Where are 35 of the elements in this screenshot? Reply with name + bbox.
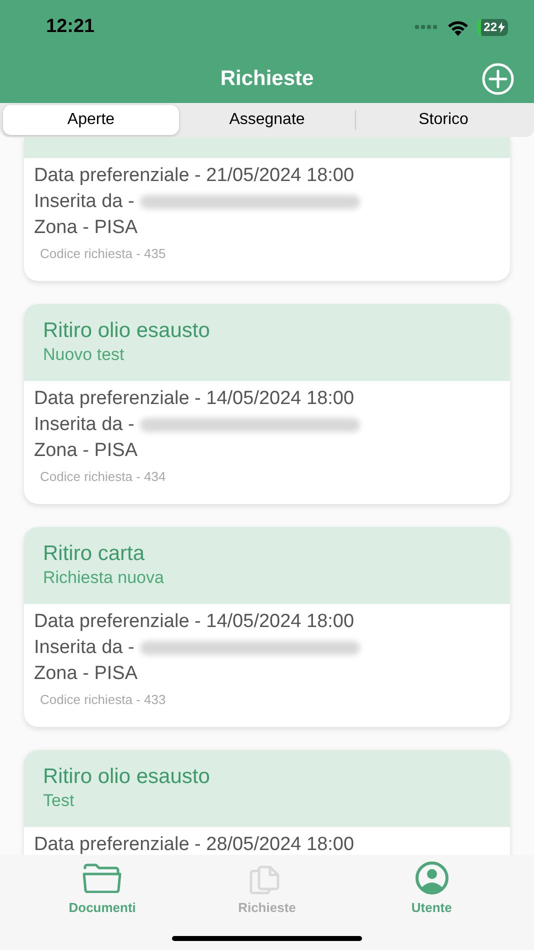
- request-card[interactable]: Ritiro olio esausto Nuovo test Data preferenziale - 14/05/2024 18:00 Inserita da - Zona - PISA Codice richiesta - 434: [24, 304, 510, 504]
- screen-title: Richieste: [220, 66, 314, 92]
- request-card[interactable]: Ritiro carta Richiesta nuova Data preferenziale - 14/05/2024 18:00 Inserita da - Zona - PISA Codice richiesta - 433: [24, 527, 510, 727]
- request-card[interactable]: Ritiro olio esausto Test Data preferenziale - 28/05/2024 18:00: [24, 750, 510, 855]
- user-icon: [414, 861, 449, 895]
- zone-text: Zona - PISA: [34, 439, 138, 463]
- request-subtitle: Nuovo test: [43, 344, 126, 366]
- zone-text: Zona - PISA: [34, 662, 138, 686]
- inserted-by-label: Inserita da -: [34, 636, 134, 660]
- request-subtitle: Richiesta nuova: [43, 567, 165, 589]
- request-code: Codice richiesta - 434: [39, 468, 167, 486]
- request-code: Codice richiesta - 435: [39, 245, 167, 263]
- signal-icon: [414, 25, 439, 30]
- request-title: Ritiro carta: [43, 541, 146, 567]
- request-subtitle: Test: [43, 790, 76, 812]
- preferred-date: Data preferenziale - 14/05/2024 18:00: [34, 610, 356, 634]
- preferred-date: Data preferenziale - 28/05/2024 18:00: [34, 833, 356, 855]
- preferred-date: Data preferenziale - 14/05/2024 18:00: [34, 387, 356, 411]
- status-time: 12:21: [46, 15, 95, 40]
- segment-tab[interactable]: Storico: [356, 105, 531, 135]
- battery-indicator: 22: [476, 19, 508, 36]
- add-button[interactable]: [482, 63, 514, 95]
- plus-icon: [482, 63, 514, 95]
- request-title: Ritiro olio esausto: [43, 318, 211, 344]
- request-card[interactable]: Data preferenziale - 21/05/2024 18:00 Inserita da - Zona - PISA Codice richiesta - 435: [24, 137, 510, 281]
- inserted-by-label: Inserita da -: [34, 190, 134, 214]
- zone-text: Zona - PISA: [34, 216, 138, 240]
- preferred-date: Data preferenziale - 21/05/2024 18:00: [34, 164, 356, 188]
- request-title: Ritiro olio esausto: [43, 764, 211, 790]
- segment-tab[interactable]: Aperte: [3, 105, 179, 135]
- segment-tab[interactable]: Assegnate: [179, 105, 355, 135]
- wifi-icon: [446, 20, 469, 36]
- folder-icon: [82, 863, 122, 893]
- request-code: Codice richiesta - 433: [39, 691, 167, 709]
- inserted-by-label: Inserita da -: [34, 413, 134, 437]
